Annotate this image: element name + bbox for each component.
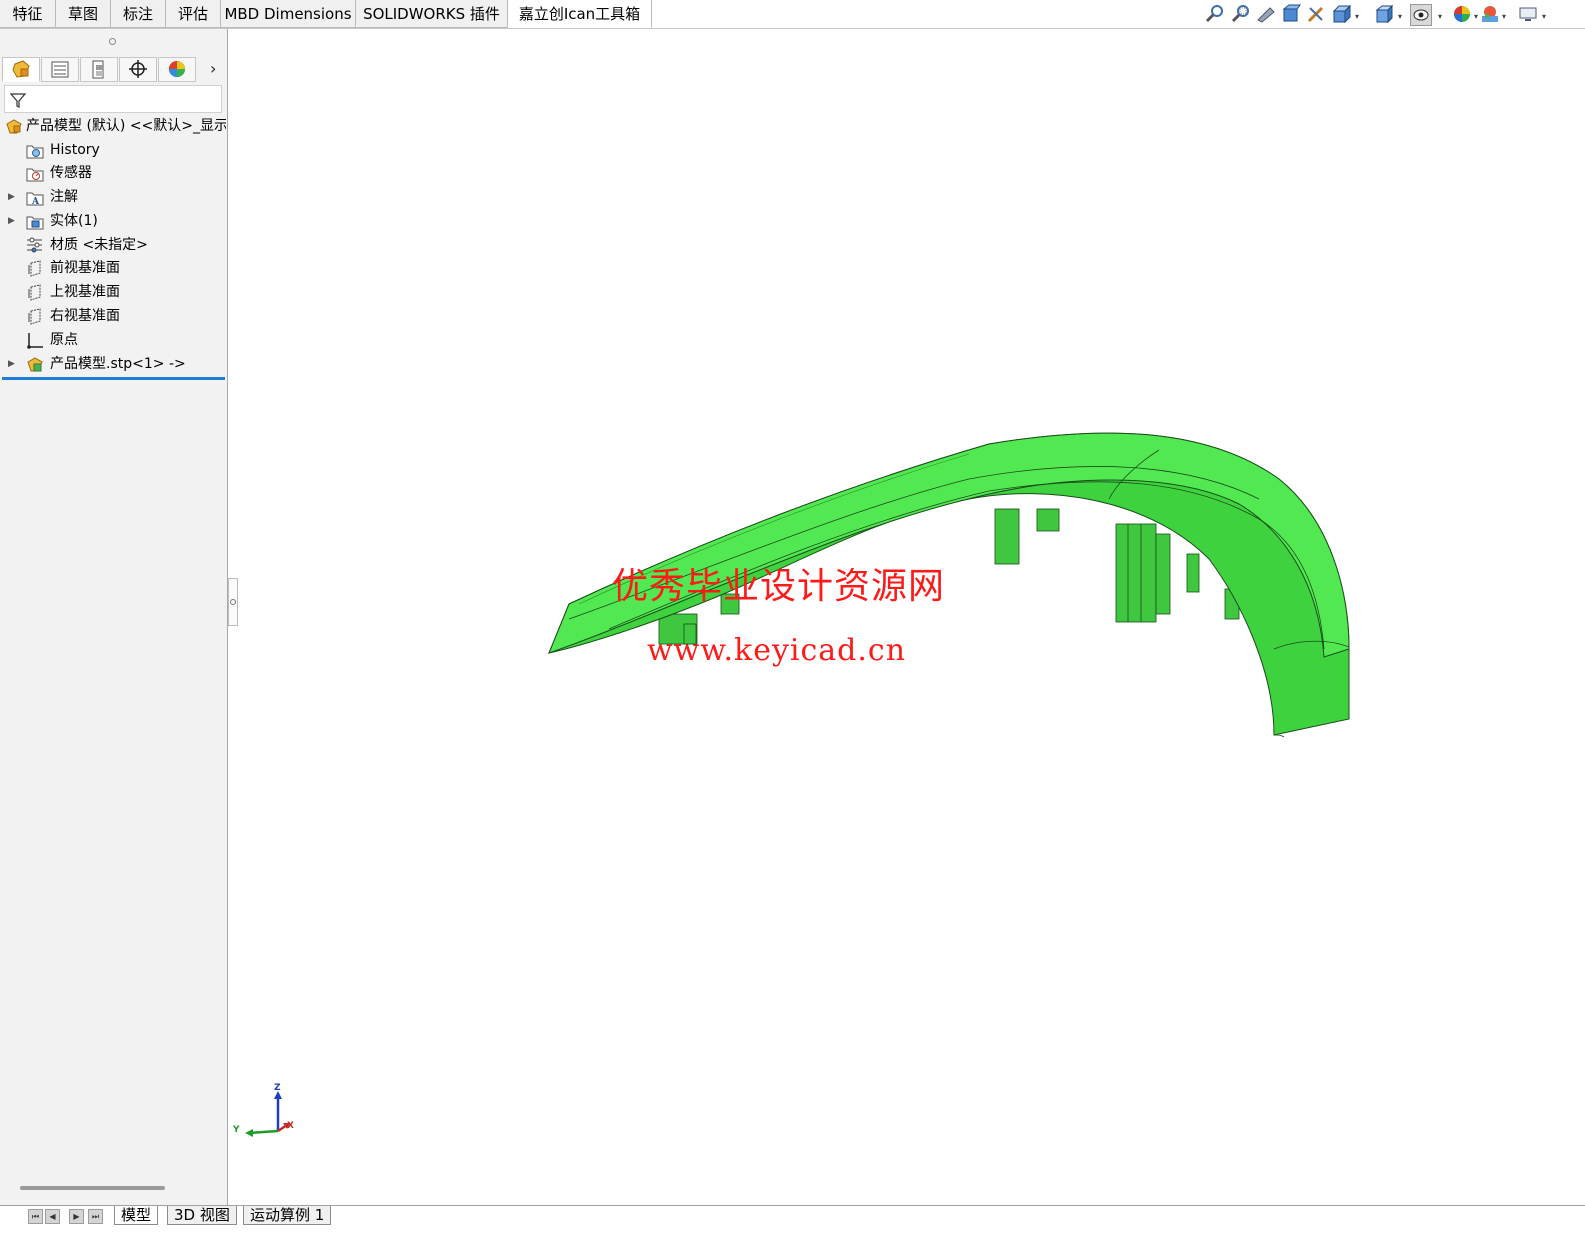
configuration-manager-icon	[92, 60, 104, 79]
triad-z-label: Z	[274, 1083, 281, 1093]
tree-item-label: 实体(1)	[50, 213, 98, 229]
tab-configuration-manager[interactable]	[80, 57, 118, 82]
tree-item-origin[interactable]: 原点	[0, 329, 227, 352]
tree-item-label: 产品模型.stp<1> ->	[50, 356, 186, 372]
more-tabs-chevron-icon[interactable]: ›	[210, 59, 216, 78]
part-model-render	[548, 432, 1350, 738]
tab-feature-manager[interactable]	[2, 57, 40, 82]
tree-filter-input[interactable]	[4, 85, 222, 113]
expand-arrow-icon[interactable]: ▶	[8, 186, 15, 209]
solid-bodies-folder-icon	[26, 216, 44, 230]
tab-solidworks-addins[interactable]: SOLIDWORKS 插件	[356, 0, 508, 28]
tab-motion-study[interactable]: 运动算例 1	[243, 1206, 332, 1225]
view-settings-dropdown-icon[interactable]: ▾	[1542, 12, 1546, 21]
tree-item-label: 注解	[50, 189, 78, 205]
tree-item-right-plane[interactable]: 右视基准面	[0, 305, 227, 328]
imported-feature-icon	[27, 357, 43, 372]
tree-item-label: History	[50, 142, 100, 158]
tree-item-top-plane[interactable]: 上视基准面	[0, 281, 227, 304]
watermark-url: www.keyicad.cn	[647, 633, 907, 668]
feature-manager-icon	[12, 60, 30, 78]
model-view-tabs: ⏮ ◀ ▶ ⏭ 模型 3D 视图 运动算例 1	[0, 1205, 1585, 1237]
tree-item-history[interactable]: History	[0, 139, 227, 162]
tab-model[interactable]: 模型	[114, 1206, 159, 1225]
next-tab-button[interactable]: ▶	[69, 1209, 84, 1224]
tree-item-material[interactable]: 材质 <未指定>	[0, 234, 227, 257]
plane-icon	[28, 284, 41, 301]
prev-tab-button[interactable]: ◀	[45, 1209, 60, 1224]
tree-item-front-plane[interactable]: 前视基准面	[0, 257, 227, 280]
tree-root-label: 产品模型 (默认) <<默认>_显示	[26, 118, 226, 134]
manager-tabs: ›	[2, 57, 226, 83]
tab-3d-views[interactable]: 3D 视图	[167, 1206, 237, 1225]
graphics-viewport[interactable]: 优秀毕业设计资源网 www.keyicad.cn Z Y X	[229, 29, 1585, 1205]
view-orientation-dropdown-icon[interactable]: ▾	[1355, 12, 1359, 21]
panel-grip-icon[interactable]	[109, 38, 116, 45]
tree-item-annotations[interactable]: ▶ A 注解	[0, 186, 227, 209]
part-icon	[6, 119, 22, 134]
plane-icon	[28, 308, 41, 325]
feature-manager-panel: › 产品模型 (默认) <<默认>_显示 History 传感器 ▶ A 注解 …	[0, 29, 228, 1205]
dimxpert-manager-icon	[129, 60, 147, 78]
watermark-title: 优秀毕业设计资源网	[612, 566, 946, 607]
tree-item-imported-stp[interactable]: ▶ 产品模型.stp<1> ->	[0, 353, 227, 376]
history-folder-icon	[26, 145, 44, 159]
tree-item-label: 原点	[50, 332, 78, 348]
section-view-icon[interactable]	[1281, 4, 1301, 24]
view-orientation-icon[interactable]	[1331, 4, 1351, 24]
sensors-folder-icon	[26, 168, 44, 182]
material-icon	[27, 237, 42, 253]
tab-markup[interactable]: 标注	[111, 0, 166, 28]
plane-icon	[28, 260, 41, 277]
tab-dimxpert-manager[interactable]	[119, 57, 157, 82]
expand-arrow-icon[interactable]: ▶	[8, 353, 15, 376]
scene-dropdown-icon[interactable]: ▾	[1502, 12, 1506, 21]
view-settings-icon[interactable]	[1518, 4, 1538, 24]
tree-item-solid-bodies[interactable]: ▶ 实体(1)	[0, 210, 227, 233]
edit-appearance-icon[interactable]	[1452, 4, 1472, 24]
tree-item-label: 上视基准面	[50, 284, 120, 300]
hide-show-items-icon[interactable]	[1410, 4, 1432, 26]
rollback-bar[interactable]	[2, 377, 225, 380]
tree-item-sensors[interactable]: 传感器	[0, 162, 227, 185]
tab-sketch[interactable]: 草图	[56, 0, 111, 28]
dynamic-annotation-icon[interactable]	[1306, 4, 1326, 24]
tab-mbd-dimensions[interactable]: MBD Dimensions	[221, 0, 356, 28]
tab-features[interactable]: 特征	[0, 0, 56, 28]
triad-x-label: X	[287, 1121, 294, 1131]
annotations-folder-icon: A	[26, 192, 44, 206]
tree-item-label: 材质 <未指定>	[50, 237, 148, 253]
zoom-to-fit-icon[interactable]	[1205, 4, 1225, 24]
display-style-dropdown-icon[interactable]: ▾	[1398, 12, 1402, 21]
last-tab-button[interactable]: ⏭	[88, 1209, 103, 1224]
tree-item-label: 前视基准面	[50, 260, 120, 276]
filter-icon	[9, 93, 27, 108]
tab-evaluate[interactable]: 评估	[166, 0, 221, 28]
tree-root[interactable]: 产品模型 (默认) <<默认>_显示	[0, 115, 227, 138]
triad-y-label: Y	[233, 1125, 240, 1135]
origin-icon	[27, 333, 43, 349]
property-manager-icon	[51, 61, 69, 78]
first-tab-button[interactable]: ⏮	[28, 1209, 43, 1224]
svg-text:A: A	[31, 197, 40, 206]
tab-property-manager[interactable]	[41, 57, 79, 82]
hide-show-dropdown-icon[interactable]: ▾	[1438, 12, 1442, 21]
command-manager-tabs: 特征 草图 标注 评估 MBD Dimensions SOLIDWORKS 插件…	[0, 0, 1585, 29]
apply-scene-icon[interactable]	[1480, 4, 1500, 24]
zoom-to-area-icon[interactable]	[1231, 4, 1251, 24]
coordinate-triad-icon	[245, 1091, 290, 1137]
expand-arrow-icon[interactable]: ▶	[8, 210, 15, 233]
display-manager-icon	[169, 61, 185, 77]
appearance-dropdown-icon[interactable]: ▾	[1474, 12, 1478, 21]
panel-horizontal-scrollbar[interactable]	[20, 1186, 165, 1190]
tree-item-label: 右视基准面	[50, 308, 120, 324]
tree-item-label: 传感器	[50, 165, 92, 181]
tab-jlc-toolbox[interactable]: 嘉立创Ican工具箱	[508, 0, 652, 28]
tab-display-manager[interactable]	[158, 57, 196, 82]
display-style-icon[interactable]	[1374, 4, 1394, 24]
previous-view-icon[interactable]	[1256, 4, 1276, 24]
